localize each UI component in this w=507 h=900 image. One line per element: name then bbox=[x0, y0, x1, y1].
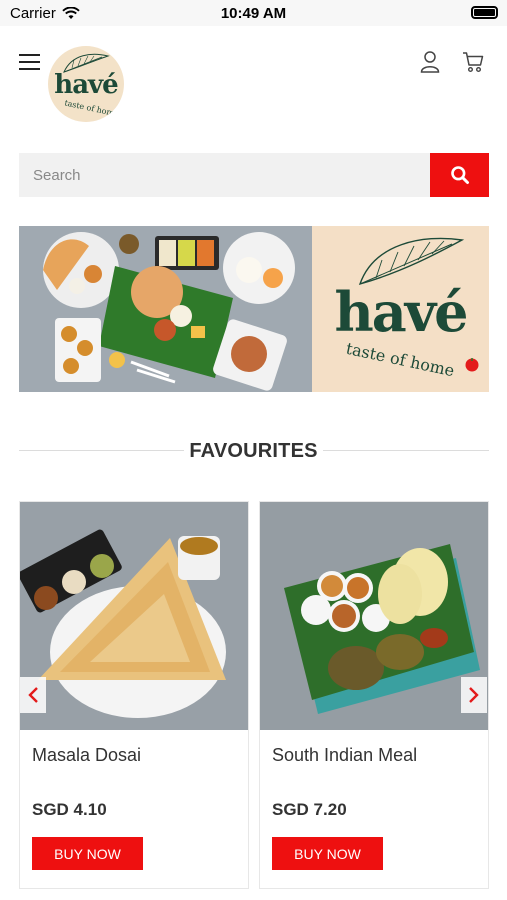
promo-banner[interactable]: havé taste of home bbox=[19, 226, 489, 392]
product-image-masala-dosai bbox=[20, 502, 248, 730]
product-name: South Indian Meal bbox=[272, 745, 418, 765]
buy-now-button[interactable]: BUY NOW bbox=[272, 837, 383, 870]
product-price: SGD 4.10 bbox=[32, 800, 107, 819]
hamburger-menu-button[interactable] bbox=[19, 54, 40, 70]
user-account-icon[interactable] bbox=[420, 50, 440, 74]
search-icon bbox=[450, 166, 469, 184]
chevron-left-icon bbox=[28, 687, 38, 703]
product-image-south-indian-meal bbox=[260, 502, 488, 730]
status-bar: Carrier 10:49 AM bbox=[0, 0, 507, 26]
logo-wordmark: havé bbox=[54, 70, 118, 100]
product-card[interactable]: South Indian Meal SGD 7.20 BUY NOW bbox=[259, 501, 489, 889]
tomato-icon bbox=[465, 358, 479, 372]
banner-brand-panel: havé taste of home bbox=[312, 226, 489, 392]
search-input[interactable] bbox=[19, 153, 430, 197]
favourites-heading: FAVOURITES bbox=[189, 440, 318, 462]
buy-now-button[interactable]: BUY NOW bbox=[32, 837, 143, 870]
search-button[interactable] bbox=[430, 153, 489, 197]
shopping-cart-icon[interactable] bbox=[462, 51, 484, 73]
battery-icon bbox=[471, 6, 498, 19]
carousel-prev-button[interactable] bbox=[20, 677, 46, 713]
product-card[interactable]: Masala Dosai SGD 4.10 BUY NOW bbox=[19, 501, 249, 889]
product-name: Masala Dosai bbox=[32, 745, 142, 765]
clock: 10:49 AM bbox=[220, 5, 287, 22]
product-price: SGD 7.20 bbox=[272, 800, 347, 819]
logo-tagline: taste of home bbox=[63, 98, 120, 119]
carousel-next-button[interactable] bbox=[461, 677, 487, 713]
banner-tagline: taste of home bbox=[344, 338, 457, 381]
chevron-right-icon bbox=[469, 687, 479, 703]
brand-logo[interactable]: havé taste of home bbox=[48, 46, 124, 122]
banner-wordmark: havé bbox=[334, 280, 469, 344]
banner-food-photo bbox=[19, 226, 312, 392]
